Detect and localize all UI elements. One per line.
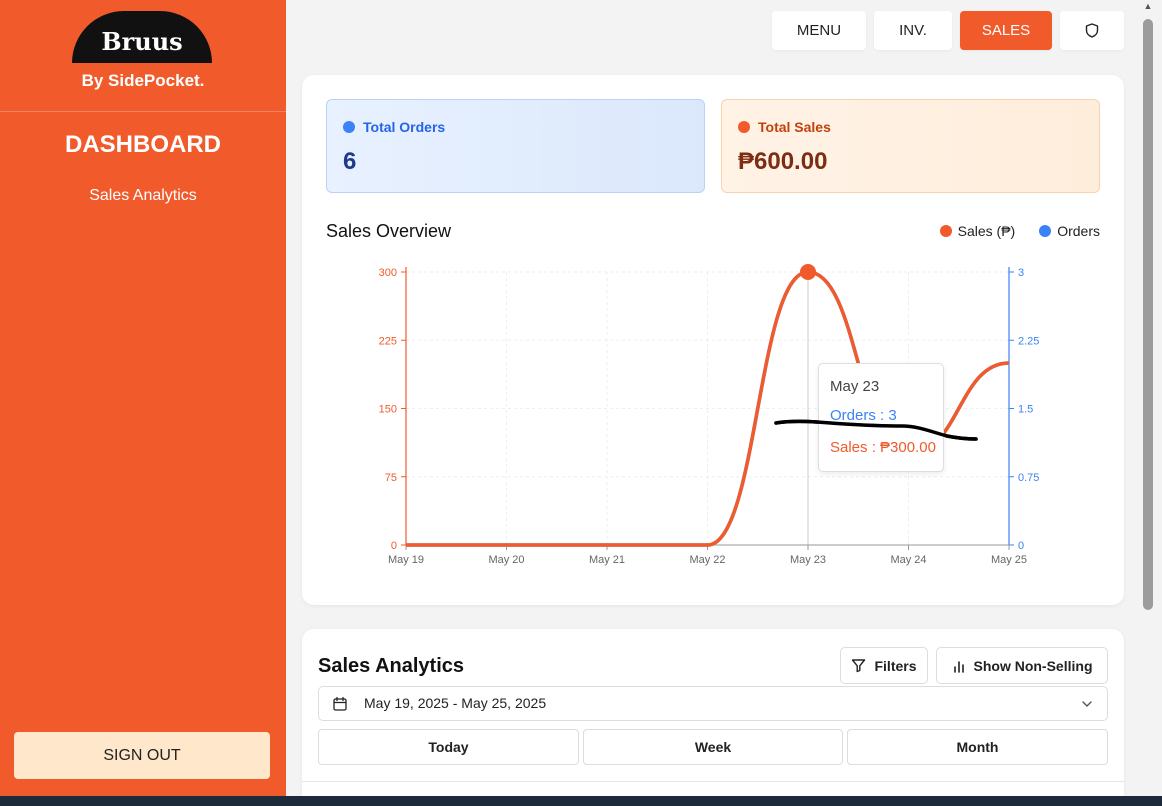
- brand-byline: By SidePocket.: [81, 71, 205, 90]
- sales-analytics-title: Sales Analytics: [318, 655, 465, 677]
- sign-out-button[interactable]: SIGN OUT: [14, 732, 270, 779]
- y-right-tick-label: 2.25: [1018, 335, 1039, 347]
- y-left-tick-label: 75: [385, 472, 397, 484]
- y-right-tick-label: 0.75: [1018, 472, 1039, 484]
- y-left-tick-label: 150: [379, 404, 397, 416]
- nav-admin-button[interactable]: [1060, 11, 1124, 50]
- y-left-tick-label: 225: [379, 335, 397, 347]
- x-tick-label: May 24: [890, 554, 926, 566]
- x-tick-label: May 19: [388, 554, 424, 566]
- sidebar-item-sales-analytics[interactable]: Sales Analytics: [0, 187, 286, 205]
- scroll-up-icon[interactable]: ▲: [1142, 1, 1154, 13]
- sidebar-title: DASHBOARD: [65, 131, 221, 158]
- x-tick-label: May 23: [790, 554, 826, 566]
- shield-icon: [1085, 23, 1099, 38]
- period-month-button[interactable]: Month: [847, 729, 1108, 765]
- chevron-down-icon: [1082, 701, 1092, 707]
- sales-overview-chart[interactable]: 0 75 150 225 300 0 0.75 1.5 2.25 3 May 19 May 20 May…: [302, 75, 1124, 605]
- period-today-button[interactable]: Today: [318, 729, 579, 765]
- sidebar-divider: [0, 111, 286, 112]
- x-tick-label: May 20: [488, 554, 524, 566]
- taskbar-strip: [0, 796, 1162, 806]
- nav-menu-button[interactable]: MENU: [772, 11, 866, 50]
- brand-logo: Bruus: [72, 11, 212, 63]
- logo-text: Bruus: [101, 27, 183, 56]
- period-week-button[interactable]: Week: [583, 729, 843, 765]
- y-right-tick-label: 0: [1018, 540, 1024, 552]
- filters-button[interactable]: Filters: [840, 647, 928, 684]
- filter-icon: [852, 659, 866, 673]
- sales-analytics-card: Sales Analytics Filters Show Non-Selling…: [302, 629, 1124, 799]
- y-right-tick-label: 1.5: [1018, 404, 1033, 416]
- sales-active-point: [800, 264, 816, 280]
- show-non-selling-label: Show Non-Selling: [973, 657, 1093, 674]
- tooltip-orders: Orders : 3: [830, 407, 897, 424]
- y-right-tick-label: 3: [1018, 267, 1024, 279]
- filters-label: Filters: [874, 657, 917, 674]
- scrollbar-thumb[interactable]: [1143, 19, 1153, 610]
- sidebar: Bruus By SidePocket. DASHBOARD Sales Ana…: [0, 0, 286, 796]
- x-tick-label: May 22: [689, 554, 725, 566]
- overview-card: Total Orders 6 Total Sales ₱600.00 Sales…: [302, 75, 1124, 605]
- calendar-icon: [333, 696, 347, 711]
- tooltip-date: May 23: [830, 378, 880, 395]
- y-left-tick-label: 0: [391, 540, 397, 552]
- nav-inventory-button[interactable]: INV.: [874, 11, 952, 50]
- y-left-tick-label: 300: [379, 267, 397, 279]
- x-tick-label: May 25: [991, 554, 1027, 566]
- date-range-picker[interactable]: May 19, 2025 - May 25, 2025: [318, 686, 1108, 721]
- x-tick-label: May 21: [589, 554, 625, 566]
- bar-chart-icon: [953, 660, 964, 673]
- date-range-value: May 19, 2025 - May 25, 2025: [364, 695, 547, 711]
- chart-tooltip: May 23 Orders : 3 Sales : ₱300.00: [818, 363, 944, 472]
- nav-sales-button[interactable]: SALES: [960, 11, 1052, 50]
- show-non-selling-button[interactable]: Show Non-Selling: [936, 647, 1108, 684]
- tooltip-sales: Sales : ₱300.00: [830, 439, 936, 456]
- section-divider: [302, 781, 1124, 782]
